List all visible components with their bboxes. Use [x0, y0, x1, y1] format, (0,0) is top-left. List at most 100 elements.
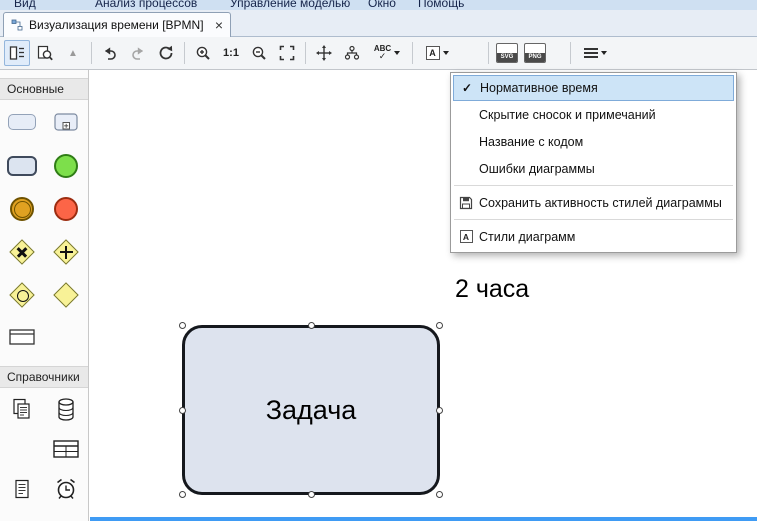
palette-section-basic[interactable]: Основные	[0, 78, 88, 100]
up-triangle-icon: ▲	[68, 48, 78, 59]
redo-button[interactable]	[125, 40, 151, 66]
zoom-out-icon	[251, 45, 267, 61]
panel-list-icon	[9, 45, 25, 61]
toolbar-separator	[488, 42, 489, 64]
tab-close-icon[interactable]: ×	[215, 18, 223, 32]
palette-intermediate-event[interactable]	[0, 188, 44, 230]
zoom-in-button[interactable]	[190, 40, 216, 66]
resize-handle-ne[interactable]	[436, 322, 443, 329]
resize-handle-se[interactable]	[436, 491, 443, 498]
styles-a-icon: A	[460, 230, 473, 243]
normative-time-label[interactable]: 2 часа	[455, 275, 529, 304]
menu-item-hide-footnotes[interactable]: Скрытие сносок и примечаний	[453, 101, 734, 128]
shape-palette: Основные	[0, 70, 89, 521]
palette-parallel-gateway[interactable]	[44, 230, 88, 274]
task-shape[interactable]: Задача	[182, 325, 440, 495]
menu-item-view[interactable]: Вид	[14, 0, 36, 10]
palette-inclusive-gateway[interactable]	[0, 274, 44, 316]
palette-document[interactable]	[0, 468, 44, 510]
undo-icon	[102, 45, 118, 61]
resize-handle-n[interactable]	[308, 322, 315, 329]
palette-timer[interactable]	[44, 468, 88, 510]
section-label: Основные	[7, 82, 64, 96]
palette-table[interactable]	[44, 430, 88, 468]
export-png-button[interactable]: PNG	[522, 40, 548, 66]
table-icon	[53, 440, 79, 458]
zoom-in-icon	[195, 45, 211, 61]
menu-item-window[interactable]: Окно	[368, 0, 396, 10]
menu-item-label: Название с кодом	[479, 135, 583, 149]
menu-item-name-with-code[interactable]: Название с кодом	[453, 128, 734, 155]
zoom-actual-button[interactable]: 1:1	[218, 40, 244, 66]
inclusive-gateway-icon	[8, 281, 36, 309]
check-icon: ✓	[462, 81, 472, 95]
find-in-diagram-button[interactable]	[32, 40, 58, 66]
chevron-down-icon	[394, 51, 400, 55]
menu-item-diagram-errors[interactable]: Ошибки диаграммы	[453, 155, 734, 182]
tab-time-visualization[interactable]: Визуализация времени [BPMN] ×	[3, 12, 231, 37]
spellcheck-icon: ABC ✓	[374, 45, 391, 61]
menu-item-normative-time[interactable]: ✓ Нормативное время	[453, 75, 734, 101]
zoom-level-label: 1:1	[223, 47, 239, 59]
horizontal-scrollbar[interactable]	[90, 517, 757, 521]
export-svg-button[interactable]: SVG	[494, 40, 520, 66]
pool-shape-icon	[9, 329, 35, 345]
menu-item-save-style-activity[interactable]: Сохранить активность стилей диаграммы	[453, 189, 734, 216]
menu-item-model-management[interactable]: Управление моделью	[230, 0, 350, 10]
palette-start-event[interactable]	[44, 144, 88, 188]
refresh-button[interactable]	[153, 40, 179, 66]
palette-database[interactable]	[44, 388, 88, 430]
menu-item-process-analysis[interactable]: Анализ процессов	[95, 0, 197, 10]
toolbar-separator	[570, 42, 571, 64]
palette-section-references[interactable]: Справочники	[0, 366, 88, 388]
gateway-icon	[52, 281, 80, 309]
alarm-clock-icon	[54, 477, 78, 501]
toolbar-separator	[412, 42, 413, 64]
start-event-icon	[54, 154, 78, 178]
menu-item-diagram-styles[interactable]: A Стили диаграмм	[453, 223, 734, 250]
palette-end-event[interactable]	[44, 188, 88, 230]
png-file-icon: PNG	[524, 43, 546, 63]
parallel-gateway-icon	[52, 238, 80, 266]
palette-pool[interactable]	[0, 316, 44, 358]
spellcheck-button[interactable]: ABC ✓	[367, 40, 407, 66]
undo-button[interactable]	[97, 40, 123, 66]
resize-handle-e[interactable]	[436, 407, 443, 414]
menu-item-label: Стили диаграмм	[479, 230, 575, 244]
resize-handle-sw[interactable]	[179, 491, 186, 498]
toolbar-separator	[184, 42, 185, 64]
palette-documents[interactable]	[0, 388, 44, 430]
resize-handle-nw[interactable]	[179, 322, 186, 329]
collapse-button[interactable]: ▲	[60, 40, 86, 66]
redo-icon	[130, 45, 146, 61]
pan-button[interactable]	[311, 40, 337, 66]
diagram-styles-button[interactable]: A	[418, 40, 456, 66]
tab-bar: Визуализация времени [BPMN] ×	[0, 10, 757, 37]
resize-handle-s[interactable]	[308, 491, 315, 498]
refresh-icon	[158, 45, 174, 61]
section-label: Справочники	[7, 370, 80, 384]
document-icon	[14, 479, 30, 500]
palette-exclusive-gateway[interactable]	[0, 230, 44, 274]
palette-subprocess[interactable]	[44, 100, 88, 144]
view-options-menu: ✓ Нормативное время Скрытие сносок и при…	[450, 72, 737, 253]
resize-handle-w[interactable]	[179, 407, 186, 414]
panels-toggle-button[interactable]	[4, 40, 30, 66]
toolbar-separator	[305, 42, 306, 64]
zoom-fit-button[interactable]	[274, 40, 300, 66]
view-options-button[interactable]	[576, 40, 614, 66]
tab-title: Визуализация времени [BPMN]	[29, 18, 204, 32]
task-shape-label: Задача	[266, 395, 357, 426]
zoom-out-button[interactable]	[246, 40, 272, 66]
find-icon	[37, 45, 53, 61]
save-icon	[459, 196, 473, 210]
menu-item-help[interactable]: Помощь	[418, 0, 464, 10]
menu-item-label: Ошибки диаграммы	[479, 162, 595, 176]
diagram-tab-icon	[11, 19, 23, 31]
palette-task[interactable]	[0, 144, 44, 188]
palette-process[interactable]	[0, 100, 44, 144]
palette-gateway[interactable]	[44, 274, 88, 316]
hierarchy-tree-icon	[344, 45, 360, 61]
menu-separator	[454, 219, 733, 220]
hierarchy-button[interactable]	[339, 40, 365, 66]
